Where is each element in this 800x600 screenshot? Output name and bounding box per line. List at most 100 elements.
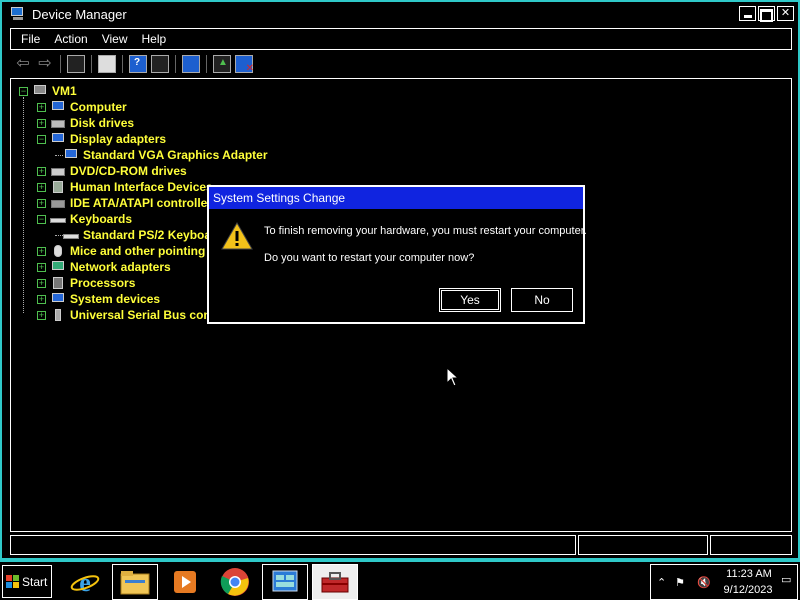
system-settings-dialog: System Settings Change To finish removin… (207, 185, 587, 324)
expand-icon[interactable]: + (37, 102, 46, 112)
title-bar[interactable]: Device Manager ✕ (2, 2, 798, 26)
tree-item-label: Disk drives (70, 116, 135, 130)
tree-category-item[interactable]: + Network adapters (37, 259, 171, 275)
show-hidden-icons-icon[interactable]: ⌃ (657, 576, 666, 589)
tree-root-label: VM1 (52, 84, 77, 98)
tree-item-label: Computer (70, 100, 127, 114)
expand-icon[interactable]: + (37, 278, 46, 288)
toolbar: ⇦ ⇨ ? ▲ ✕ (10, 52, 792, 76)
status-cell (710, 535, 792, 555)
dialog-question: Do you want to restart your computer now… (264, 252, 475, 264)
media-player-icon[interactable] (162, 564, 208, 600)
show-desktop-icon[interactable]: ▭ (781, 573, 791, 586)
tree-category-item[interactable]: − Keyboards (37, 211, 132, 227)
chrome-icon[interactable] (212, 564, 258, 600)
no-button[interactable]: No (511, 288, 573, 312)
tree-item-label: Standard VGA Graphics Adapter (83, 148, 268, 162)
expand-icon[interactable]: + (37, 246, 46, 256)
uninstall-device-icon[interactable]: ✕ (235, 55, 254, 74)
start-button[interactable]: Start (2, 565, 52, 598)
tree-category-item[interactable]: + Disk drives (37, 115, 134, 131)
menu-view[interactable]: View (102, 32, 128, 46)
tree-category-item[interactable]: + DVD/CD-ROM drives (37, 163, 187, 179)
properties-icon[interactable] (98, 55, 116, 73)
show-hide-console-tree-icon[interactable] (67, 55, 85, 73)
menu-bar: File Action View Help (10, 28, 792, 50)
collapse-icon[interactable]: − (37, 214, 46, 224)
tree-category-item[interactable]: + Processors (37, 275, 135, 291)
menu-file[interactable]: File (21, 32, 40, 46)
scan-hardware-icon[interactable] (182, 55, 200, 73)
status-cell (578, 535, 708, 555)
action-pane-icon[interactable] (151, 55, 169, 73)
tree-device-item[interactable]: Standard VGA Graphics Adapter (63, 147, 267, 163)
tree-category-item[interactable]: + System devices (37, 291, 160, 307)
mouse-cursor-icon (446, 367, 460, 387)
clock-time[interactable]: 11:23 AM (723, 568, 775, 580)
tree-category-item[interactable]: + IDE ATA/ATAPI controllers (37, 195, 219, 211)
update-driver-icon[interactable]: ▲ (213, 55, 231, 73)
maximize-button[interactable] (758, 6, 775, 21)
collapse-icon[interactable]: − (37, 134, 46, 144)
tree-root[interactable]: − VM1 (19, 83, 77, 99)
keyboard-icon (50, 212, 66, 226)
tree-item-label: Human Interface Devices (70, 180, 213, 194)
svg-text:e: e (79, 568, 91, 597)
toolbar-divider (122, 55, 123, 73)
toolbar-divider (206, 55, 207, 73)
clock-date[interactable]: 9/12/2023 (719, 584, 777, 596)
status-cell (10, 535, 576, 555)
start-label: Start (22, 574, 48, 589)
dvd-drive-icon (50, 164, 66, 178)
expand-icon[interactable]: + (37, 166, 46, 176)
tree-item-label: Keyboards (70, 212, 133, 226)
tree-category-item[interactable]: + Computer (37, 99, 127, 115)
tree-item-label: Standard PS/2 Keyboard (83, 228, 224, 242)
tree-category-item[interactable]: + Human Interface Devices (37, 179, 213, 195)
menu-help[interactable]: Help (142, 32, 167, 46)
toolbar-divider (175, 55, 176, 73)
ide-controller-icon (50, 196, 66, 210)
control-panel-icon[interactable] (262, 564, 308, 600)
forward-icon[interactable]: ⇨ (36, 55, 54, 73)
back-icon[interactable]: ⇦ (14, 55, 32, 73)
usb-icon (50, 308, 66, 322)
menu-action[interactable]: Action (54, 32, 87, 46)
expand-icon[interactable]: + (37, 310, 46, 320)
collapse-icon[interactable]: − (19, 86, 28, 96)
tree-item-label: Display adapters (70, 132, 167, 146)
action-center-icon[interactable]: ⚑ (675, 576, 685, 589)
expand-icon[interactable]: + (37, 198, 46, 208)
tree-category-item[interactable]: − Display adapters (37, 131, 166, 147)
close-button[interactable]: ✕ (777, 6, 794, 21)
expand-icon[interactable]: + (37, 118, 46, 128)
window-title: Device Manager (32, 6, 127, 22)
tree-item-label: DVD/CD-ROM drives (70, 164, 187, 178)
warning-icon (221, 221, 253, 250)
dialog-message: To finish removing your hardware, you mu… (264, 225, 587, 237)
help-icon[interactable]: ? (129, 55, 147, 73)
status-bar (10, 535, 792, 555)
tree-item-label: Network adapters (70, 260, 171, 274)
computer-icon (32, 84, 48, 98)
computer-icon (50, 100, 66, 114)
dialog-title[interactable]: System Settings Change (209, 187, 583, 209)
internet-explorer-icon[interactable]: e (62, 564, 108, 600)
keyboard-icon (63, 228, 79, 242)
tree-item-label: Processors (70, 276, 136, 290)
expand-icon[interactable]: + (37, 294, 46, 304)
file-explorer-icon[interactable] (112, 564, 158, 600)
toolbox-icon[interactable] (312, 564, 358, 600)
disk-drive-icon (50, 116, 66, 130)
expand-icon[interactable]: + (37, 262, 46, 272)
tree-device-item[interactable]: Standard PS/2 Keyboard (63, 227, 223, 243)
minimize-button[interactable] (739, 6, 756, 21)
tree-item-label: System devices (70, 292, 161, 306)
processor-icon (50, 276, 66, 290)
expand-icon[interactable]: + (37, 182, 46, 192)
windows-logo-icon (6, 575, 19, 588)
system-tray: ⌃ ⚑ 🔇 11:23 AM 9/12/2023 ▭ (650, 564, 798, 600)
yes-button[interactable]: Yes (439, 288, 501, 312)
toolbar-divider (60, 55, 61, 73)
volume-muted-icon[interactable]: 🔇 (697, 576, 711, 589)
